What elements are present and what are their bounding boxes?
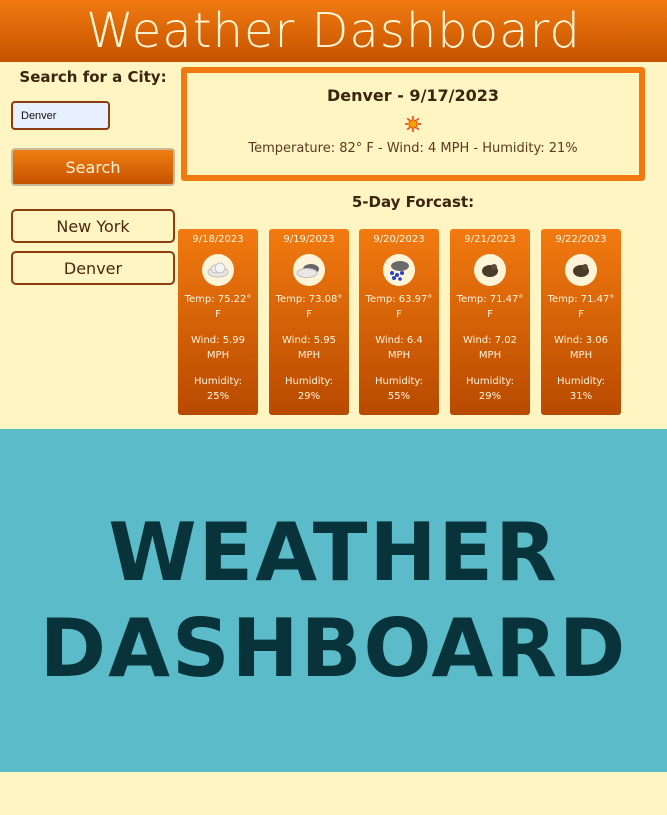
- cloud-icon: [202, 254, 234, 286]
- forecast-wind-unit: MPH: [478, 350, 502, 361]
- forecast-wind-unit: MPH: [387, 350, 411, 361]
- broken-clouds-icon: [474, 254, 506, 286]
- forecast-humidity-value: 29%: [297, 391, 321, 402]
- forecast-humidity-label: Humidity:: [285, 376, 333, 387]
- current-weather-card: Denver - 9/17/2023 Temperature: 82° F - …: [181, 67, 645, 181]
- banner-line-1: WEATHER: [108, 505, 559, 599]
- forecast-wind-unit: MPH: [206, 350, 230, 361]
- banner-line-2: DASHBOARD: [39, 601, 628, 695]
- forecast-humidity-label: Humidity:: [194, 376, 242, 387]
- forecast-card: 9/22/2023 Temp: 71.47° F Wind: 3.06 MPH …: [541, 229, 621, 415]
- forecast-humidity-label: Humidity:: [375, 376, 423, 387]
- forecast-humidity-value: 55%: [387, 391, 411, 402]
- city-search-input[interactable]: [11, 101, 110, 130]
- forecast-date: 9/21/2023: [464, 234, 516, 245]
- forecast-wind-unit: MPH: [569, 350, 593, 361]
- search-label: Search for a City:: [19, 68, 167, 86]
- rain-icon: [383, 254, 415, 286]
- partly-cloudy-icon: [293, 254, 325, 286]
- forecast-card: 9/19/2023 Temp: 73.08° F Wind: 5.95 MPH …: [269, 229, 349, 415]
- forecast-temp: Temp: 73.08°: [275, 294, 343, 305]
- forecast-card: 9/21/2023 Temp: 71.47° F Wind: 7.02 MPH …: [450, 229, 530, 415]
- forecast-date: 9/22/2023: [555, 234, 607, 245]
- forecast-date: 9/20/2023: [373, 234, 425, 245]
- title-banner: WEATHER DASHBOARD: [0, 429, 667, 772]
- forecast-wind: Wind: 3.06: [554, 335, 608, 346]
- forecast-temp-unit: F: [306, 309, 312, 320]
- forecast-card: 9/20/2023 Temp: 63.97° F Wind: 6.4 MPH H…: [359, 229, 439, 415]
- history-button-new-york[interactable]: New York: [11, 209, 175, 243]
- forecast-temp: Temp: 71.47°: [547, 294, 615, 305]
- history-button-denver[interactable]: Denver: [11, 251, 175, 285]
- forecast-humidity-label: Humidity:: [466, 376, 514, 387]
- broken-clouds-icon: [565, 254, 597, 286]
- forecast-temp-unit: F: [578, 309, 584, 320]
- page-header: Weather Dashboard: [0, 0, 667, 62]
- sunny-icon: [187, 115, 639, 133]
- forecast-humidity-value: 31%: [569, 391, 593, 402]
- search-button[interactable]: Search: [11, 148, 175, 186]
- forecast-wind: Wind: 5.95: [282, 335, 336, 346]
- page-title: Weather Dashboard: [86, 3, 581, 59]
- forecast-temp: Temp: 63.97°: [365, 294, 433, 305]
- forecast-card: 9/18/2023 Temp: 75.22° F Wind: 5.99 MPH …: [178, 229, 258, 415]
- forecast-humidity-label: Humidity:: [557, 376, 605, 387]
- forecast-date: 9/19/2023: [283, 234, 335, 245]
- forecast-date: 9/18/2023: [192, 234, 244, 245]
- forecast-humidity-value: 29%: [478, 391, 502, 402]
- forecast-temp-unit: F: [215, 309, 221, 320]
- forecast-temp-unit: F: [487, 309, 493, 320]
- forecast-temp-unit: F: [396, 309, 402, 320]
- forecast-wind: Wind: 7.02: [463, 335, 517, 346]
- forecast-wind: Wind: 6.4: [375, 335, 423, 346]
- forecast-temp: Temp: 75.22°: [184, 294, 252, 305]
- forecast-wind-unit: MPH: [297, 350, 321, 361]
- current-weather-stats: Temperature: 82° F - Wind: 4 MPH - Humid…: [248, 141, 578, 156]
- forecast-title: 5-Day Forcast:: [351, 193, 475, 211]
- forecast-humidity-value: 25%: [206, 391, 230, 402]
- forecast-wind: Wind: 5.99: [191, 335, 245, 346]
- current-city-date: Denver - 9/17/2023: [326, 86, 500, 105]
- forecast-temp: Temp: 71.47°: [456, 294, 524, 305]
